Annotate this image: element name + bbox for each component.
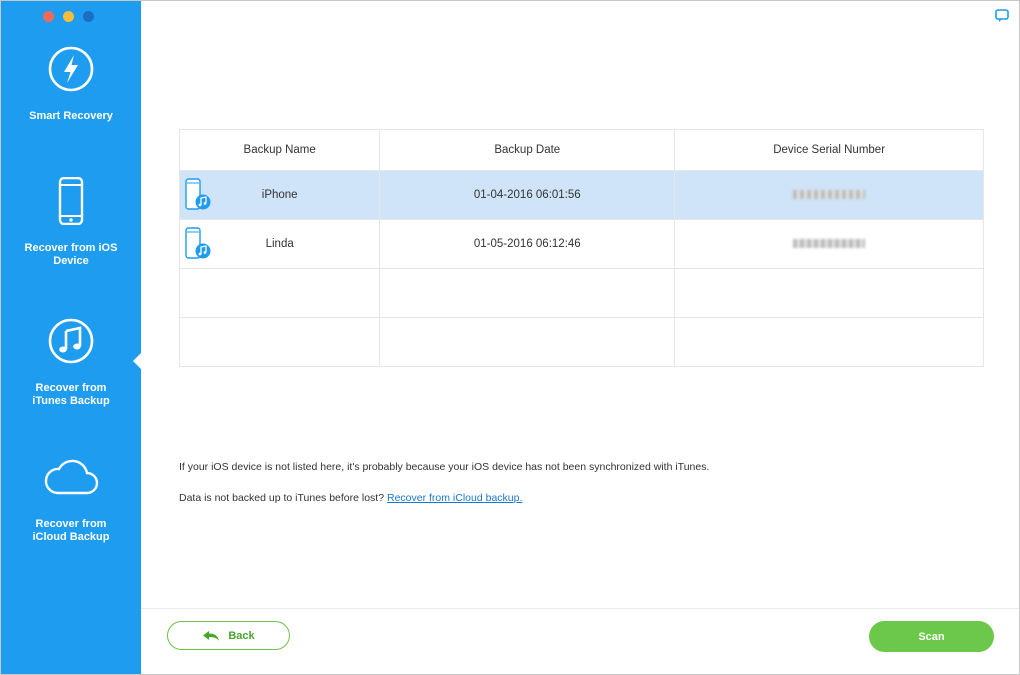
backup-name: iPhone xyxy=(261,189,298,201)
app-window: Smart Recovery Recover from iOS Device R… xyxy=(0,0,1020,675)
table-row[interactable]: iPhone 01-04-2016 06:01:56 xyxy=(178,170,984,220)
sidebar: Smart Recovery Recover from iOS Device R… xyxy=(1,1,142,674)
itunes-backup-device-icon xyxy=(185,227,211,259)
column-header-serial-number[interactable]: Device Serial Number xyxy=(674,129,984,171)
sidebar-item-ios-device[interactable]: Recover from iOS Device xyxy=(1,176,141,268)
sidebar-item-label: Smart Recovery xyxy=(29,110,113,122)
table-header-row: Backup Name Backup Date Device Serial Nu… xyxy=(178,129,984,171)
main-panel: Backup Name Backup Date Device Serial Nu… xyxy=(141,1,1019,674)
back-button[interactable]: Back xyxy=(167,621,290,650)
sidebar-item-itunes-backup[interactable]: Recover from iTunes Backup xyxy=(1,317,141,408)
itunes-backup-device-icon xyxy=(185,178,211,210)
footer-divider xyxy=(141,608,1019,609)
backup-name-cell: iPhone xyxy=(178,170,381,220)
blurred-serial xyxy=(793,190,866,200)
table-row[interactable]: Linda 01-05-2016 06:12:46 xyxy=(178,219,984,269)
serial-number-cell xyxy=(674,170,984,220)
backup-name-cell: Linda xyxy=(178,219,381,269)
column-header-backup-date[interactable]: Backup Date xyxy=(379,129,676,171)
lightning-icon xyxy=(48,46,94,92)
scan-button[interactable]: Scan xyxy=(869,621,994,652)
sidebar-item-label: Recover from iCloud Backup xyxy=(32,518,110,543)
sidebar-item-smart-recovery[interactable]: Smart Recovery xyxy=(1,45,141,123)
blurred-serial xyxy=(793,239,866,249)
back-arrow-icon xyxy=(203,630,220,641)
backup-name: Linda xyxy=(265,238,294,250)
music-note-icon xyxy=(48,318,94,364)
icloud-note-text: Data is not backed up to iTunes before l… xyxy=(179,492,385,504)
recover-icloud-link[interactable]: Recover from iCloud backup. xyxy=(387,492,522,504)
feedback-icon[interactable] xyxy=(995,9,1009,23)
minimize-window-button[interactable] xyxy=(63,11,74,22)
sidebar-item-label: Recover from iTunes Backup xyxy=(32,382,110,407)
close-window-button[interactable] xyxy=(43,11,54,22)
column-header-backup-name[interactable]: Backup Name xyxy=(178,129,381,171)
cloud-icon xyxy=(44,459,99,495)
icloud-note: Data is not backed up to iTunes before l… xyxy=(179,492,522,504)
backup-table: Backup Name Backup Date Device Serial Nu… xyxy=(178,129,984,367)
scan-button-label: Scan xyxy=(918,630,945,643)
sidebar-item-label: Recover from iOS Device xyxy=(24,242,118,267)
not-listed-note: If your iOS device is not listed here, i… xyxy=(179,461,710,473)
backup-date: 01-04-2016 06:01:56 xyxy=(379,170,676,220)
zoom-window-button[interactable] xyxy=(83,11,94,22)
back-button-label: Back xyxy=(228,629,255,642)
sidebar-item-icloud-backup[interactable]: Recover from iCloud Backup xyxy=(1,453,141,544)
empty-row xyxy=(178,317,984,367)
iphone-icon xyxy=(58,176,84,226)
empty-row xyxy=(178,268,984,318)
backup-date: 01-05-2016 06:12:46 xyxy=(379,219,676,269)
window-controls xyxy=(43,11,94,22)
serial-number-cell xyxy=(674,219,984,269)
